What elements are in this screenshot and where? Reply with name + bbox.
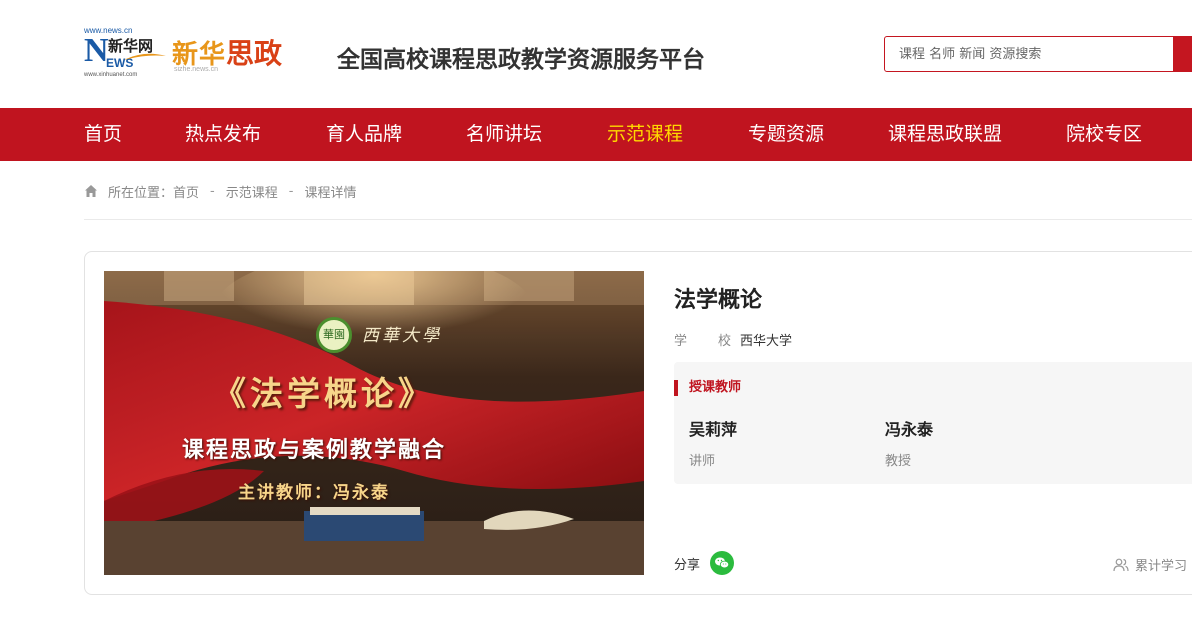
- teacher-card[interactable]: 吴莉萍 讲师: [689, 416, 737, 469]
- share-label: 分享: [674, 557, 701, 573]
- study-count: 累计学习: [1113, 555, 1187, 574]
- teacher-name: 吴莉萍: [689, 420, 738, 439]
- breadcrumb-divider: [84, 219, 1192, 220]
- logo-swoosh-icon: [124, 53, 166, 60]
- school-label-char-2: 校: [717, 334, 731, 349]
- cover-school-logo: 華園: [316, 317, 352, 353]
- nav-item-topics[interactable]: 专题资源: [748, 108, 824, 161]
- main-nav: 首页 热点发布 育人品牌 名师讲坛 示范课程 专题资源 课程思政联盟 院校专区: [0, 108, 1192, 161]
- breadcrumb-prefix: 所在位置：: [108, 185, 174, 201]
- wechat-share-button[interactable]: [710, 551, 735, 575]
- nav-item-colleges[interactable]: 院校专区: [1066, 108, 1142, 161]
- course-title: 法学概论: [674, 288, 763, 313]
- search-button[interactable]: [1173, 36, 1191, 72]
- nav-item-demo-courses[interactable]: 示范课程: [607, 108, 683, 161]
- home-icon: [85, 185, 97, 197]
- users-icon: [1113, 558, 1129, 571]
- teacher-card[interactable]: 冯永泰 教授: [885, 416, 933, 469]
- share-row: 分享: [674, 551, 735, 575]
- brand-sizheng: 思政: [226, 37, 283, 70]
- school-name[interactable]: 西华大学: [740, 330, 792, 349]
- school-label: 学 校: [674, 330, 740, 349]
- cover-teacher-line: 主讲教师：冯永泰: [238, 483, 390, 503]
- teachers-heading: 授课教师: [674, 380, 741, 396]
- nav-item-brand[interactable]: 育人品牌: [326, 108, 402, 161]
- xinhua-sizheng-logo[interactable]: 新华思政 sizhe.news.cn: [172, 32, 283, 73]
- search-box: [884, 36, 1192, 72]
- nav-item-hot[interactable]: 热点发布: [185, 108, 261, 161]
- nav-item-home[interactable]: 首页: [84, 108, 122, 161]
- teacher-name: 冯永泰: [885, 420, 934, 439]
- nav-item-lectures[interactable]: 名师讲坛: [466, 108, 542, 161]
- teachers-panel: 授课教师 吴莉萍 讲师 冯永泰 教授: [674, 362, 1192, 484]
- brand-url: sizhe.news.cn: [174, 66, 218, 73]
- search-input[interactable]: [885, 37, 1175, 71]
- cover-title: 《法学概论》: [213, 374, 435, 413]
- breadcrumb: 所在位置： 首页 - 示范课程 - 课程详情: [84, 182, 357, 201]
- breadcrumb-current: 课程详情: [304, 185, 357, 201]
- nav-item-alliance[interactable]: 课程思政联盟: [888, 108, 1002, 161]
- cover-subtitle: 课程思政与案例教学融合: [181, 437, 446, 463]
- study-count-label: 累计学习: [1135, 559, 1188, 574]
- site-header: www.news.cn N 新华网 EWS www.xinhuanet.com …: [0, 0, 1192, 108]
- cover-background: [104, 271, 644, 575]
- platform-title: 全国高校课程思政教学资源服务平台: [337, 47, 705, 73]
- news-logo-letter: N: [84, 32, 109, 69]
- news-logo-url: www.xinhuanet.com: [84, 72, 138, 78]
- teacher-rank: 教授: [885, 454, 912, 469]
- school-label-char-1: 学: [674, 334, 688, 349]
- school-row: 学 校 西华大学: [674, 330, 792, 349]
- breadcrumb-demo-courses[interactable]: 示范课程: [226, 182, 278, 201]
- breadcrumb-separator: -: [210, 183, 215, 199]
- cover-school-name: 西華大學: [362, 326, 442, 346]
- teacher-rank: 讲师: [689, 454, 716, 469]
- breadcrumb-separator: -: [288, 183, 294, 199]
- course-cover-video[interactable]: 華園 西華大學 《法学概论》 课程思政与案例教学融合 主讲教师：冯永泰: [104, 271, 644, 575]
- wechat-icon: [715, 557, 730, 569]
- breadcrumb-home[interactable]: 首页: [173, 182, 199, 201]
